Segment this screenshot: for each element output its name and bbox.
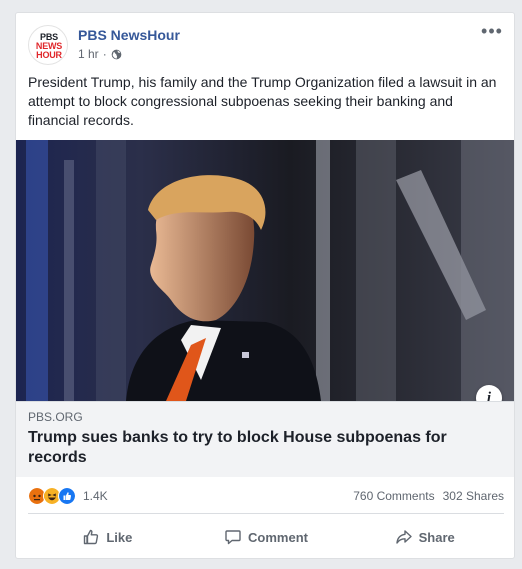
- post-timestamp[interactable]: 1 hr: [78, 47, 99, 61]
- trump-photo: [16, 140, 514, 401]
- share-button[interactable]: Share: [345, 521, 504, 553]
- share-arrow-icon: [395, 530, 412, 544]
- avatar-logo-line-3: HOUR: [36, 50, 62, 60]
- comment-share-counts: 760 Comments 302 Shares: [353, 489, 504, 503]
- comments-count-link[interactable]: 760 Comments: [353, 489, 434, 503]
- thumbs-up-icon: [84, 529, 99, 545]
- like-reaction-icon: [58, 487, 76, 505]
- link-preview-meta[interactable]: PBS.ORG Trump sues banks to try to block…: [16, 401, 514, 477]
- post-meta: 1 hr ·: [78, 47, 122, 61]
- link-preview-image[interactable]: i: [16, 140, 514, 401]
- like-button[interactable]: Like: [28, 521, 187, 553]
- engagement-stats: 1.4K 760 Comments 302 Shares: [28, 481, 504, 511]
- globe-icon[interactable]: [111, 49, 122, 60]
- news-feed-post: PBS NEWS HOUR PBS NewsHour 1 hr · ••• Pr…: [15, 12, 515, 559]
- reactions-summary[interactable]: 1.4K: [28, 487, 108, 505]
- share-label: Share: [418, 529, 455, 545]
- more-horizontal-icon: •••: [481, 21, 503, 41]
- page-name-link[interactable]: PBS NewsHour: [78, 27, 180, 43]
- reaction-count[interactable]: 1.4K: [83, 489, 108, 503]
- actions-divider: [28, 513, 504, 514]
- link-headline[interactable]: Trump sues banks to try to block House s…: [28, 428, 468, 468]
- meta-separator: ·: [102, 47, 107, 61]
- comment-icon: [225, 530, 241, 545]
- shares-count-link[interactable]: 302 Shares: [443, 489, 504, 503]
- comment-label: Comment: [248, 529, 308, 545]
- post-message: President Trump, his family and the Trum…: [28, 74, 497, 128]
- page-avatar[interactable]: PBS NEWS HOUR: [28, 25, 68, 65]
- more-options-button[interactable]: •••: [480, 22, 504, 43]
- post-header: PBS NEWS HOUR PBS NewsHour 1 hr · •••: [28, 22, 504, 67]
- post-actions-bar: Like Comment Share: [28, 521, 504, 553]
- comment-button[interactable]: Comment: [187, 521, 346, 553]
- link-domain: PBS.ORG: [28, 410, 83, 424]
- like-label: Like: [106, 529, 133, 545]
